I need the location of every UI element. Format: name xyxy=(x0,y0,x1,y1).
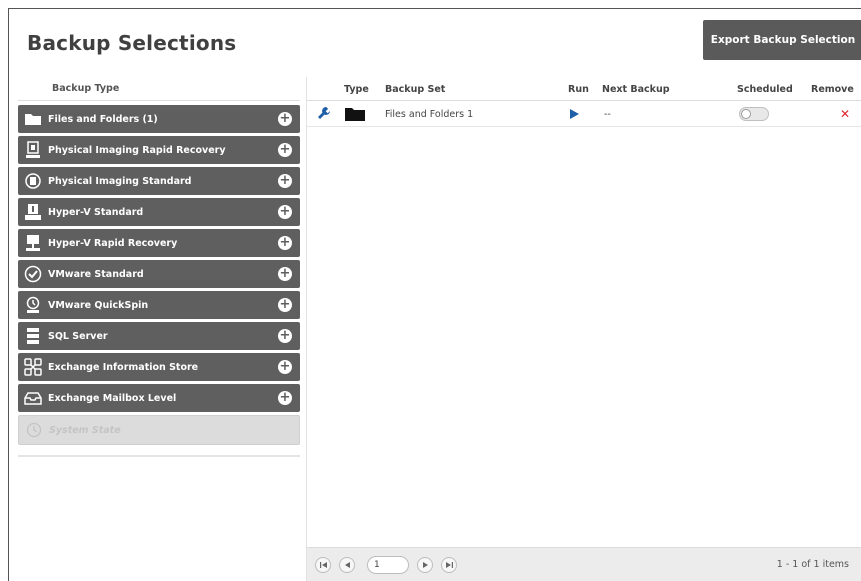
hyperv-rapid-icon xyxy=(18,234,48,252)
folder-icon xyxy=(345,107,365,124)
backup-sets-grid: Type Backup Set Run Next Backup Schedule… xyxy=(306,77,861,581)
clock-icon xyxy=(19,422,49,438)
column-header-run[interactable]: Run xyxy=(568,84,589,95)
next-page-icon[interactable] xyxy=(417,557,433,573)
backup-type-vmware-standard[interactable]: VMware Standard + xyxy=(18,260,300,288)
column-header-type[interactable]: Type xyxy=(344,84,369,95)
backup-type-files-and-folders[interactable]: Files and Folders (1) + xyxy=(18,105,300,133)
column-header-scheduled[interactable]: Scheduled xyxy=(737,84,793,95)
backup-type-label: Physical Imaging Rapid Recovery xyxy=(48,144,226,156)
backup-type-label: Hyper-V Rapid Recovery xyxy=(48,237,178,249)
next-backup-value: -- xyxy=(604,109,611,120)
add-circle-icon[interactable]: + xyxy=(278,391,292,405)
backup-type-header: Backup Type xyxy=(18,77,300,101)
backup-type-label: VMware QuickSpin xyxy=(48,299,149,311)
left-panel-divider xyxy=(18,455,300,457)
backup-type-label: Physical Imaging Standard xyxy=(48,175,192,187)
backup-type-sql-server[interactable]: SQL Server + xyxy=(18,322,300,350)
backup-type-exchange-information-store[interactable]: Exchange Information Store + xyxy=(18,353,300,381)
backup-type-hyper-v-standard[interactable]: Hyper-V Standard + xyxy=(18,198,300,226)
add-circle-icon[interactable]: + xyxy=(278,329,292,343)
previous-page-icon[interactable] xyxy=(339,557,355,573)
add-circle-icon[interactable]: + xyxy=(278,174,292,188)
wrench-icon[interactable] xyxy=(317,106,331,125)
backup-type-label: Files and Folders (1) xyxy=(48,113,158,125)
add-circle-icon[interactable]: + xyxy=(278,298,292,312)
toggle-knob xyxy=(741,109,751,119)
table-row[interactable]: Files and Folders 1 -- ✕ xyxy=(307,101,861,127)
add-circle-icon[interactable]: + xyxy=(278,236,292,250)
backup-type-label: Exchange Mailbox Level xyxy=(48,392,177,404)
hyperv-standard-icon xyxy=(18,203,48,221)
add-circle-icon[interactable]: + xyxy=(278,112,292,126)
backup-type-exchange-mailbox-level[interactable]: Exchange Mailbox Level + xyxy=(18,384,300,412)
add-circle-icon[interactable]: + xyxy=(278,143,292,157)
first-page-icon[interactable] xyxy=(315,557,331,573)
server-standard-icon xyxy=(18,172,48,190)
backup-type-physical-imaging-standard[interactable]: Physical Imaging Standard + xyxy=(18,167,300,195)
backup-type-vmware-quickspin[interactable]: VMware QuickSpin + xyxy=(18,291,300,319)
page-title: Backup Selections xyxy=(27,31,237,55)
add-circle-icon[interactable]: + xyxy=(278,205,292,219)
remove-icon[interactable]: ✕ xyxy=(840,107,850,121)
add-circle-icon[interactable]: + xyxy=(278,267,292,281)
exchange-store-icon xyxy=(18,358,48,376)
page-number-input[interactable] xyxy=(367,556,409,574)
backup-type-label: Exchange Information Store xyxy=(48,361,199,373)
backup-type-label: VMware Standard xyxy=(48,268,144,280)
vmware-quickspin-icon xyxy=(18,296,48,314)
column-header-next-backup[interactable]: Next Backup xyxy=(602,84,670,95)
backup-type-label: Hyper-V Standard xyxy=(48,206,144,218)
vmware-standard-icon xyxy=(18,265,48,283)
export-backup-selection-button[interactable]: Export Backup Selection xyxy=(703,20,861,60)
app-frame: Backup Selections Export Backup Selectio… xyxy=(8,8,861,581)
mailbox-icon xyxy=(18,391,48,405)
column-header-remove[interactable]: Remove xyxy=(811,84,854,95)
add-circle-icon[interactable]: + xyxy=(278,360,292,374)
backup-type-system-state: System State xyxy=(18,415,300,445)
pager-info: 1 - 1 of 1 items xyxy=(776,559,849,570)
backup-type-hyper-v-rapid-recovery[interactable]: Hyper-V Rapid Recovery + xyxy=(18,229,300,257)
column-header-backup-set[interactable]: Backup Set xyxy=(385,84,445,95)
backup-set-name: Files and Folders 1 xyxy=(385,109,474,120)
server-rapid-icon xyxy=(18,141,48,159)
backup-type-label: SQL Server xyxy=(48,330,108,342)
backup-type-physical-imaging-rapid-recovery[interactable]: Physical Imaging Rapid Recovery + xyxy=(18,136,300,164)
pager: 1 - 1 of 1 items xyxy=(307,547,861,581)
backup-type-panel: Backup Type Files and Folders (1) + Phys… xyxy=(18,77,300,459)
run-icon[interactable] xyxy=(570,109,579,122)
scheduled-toggle[interactable] xyxy=(739,107,769,121)
last-page-icon[interactable] xyxy=(441,557,457,573)
database-icon xyxy=(18,327,48,345)
folder-icon xyxy=(18,112,48,126)
backup-type-list: Files and Folders (1) + Physical Imaging… xyxy=(18,101,300,445)
backup-type-label: System State xyxy=(49,424,121,436)
grid-header: Type Backup Set Run Next Backup Schedule… xyxy=(307,77,861,101)
